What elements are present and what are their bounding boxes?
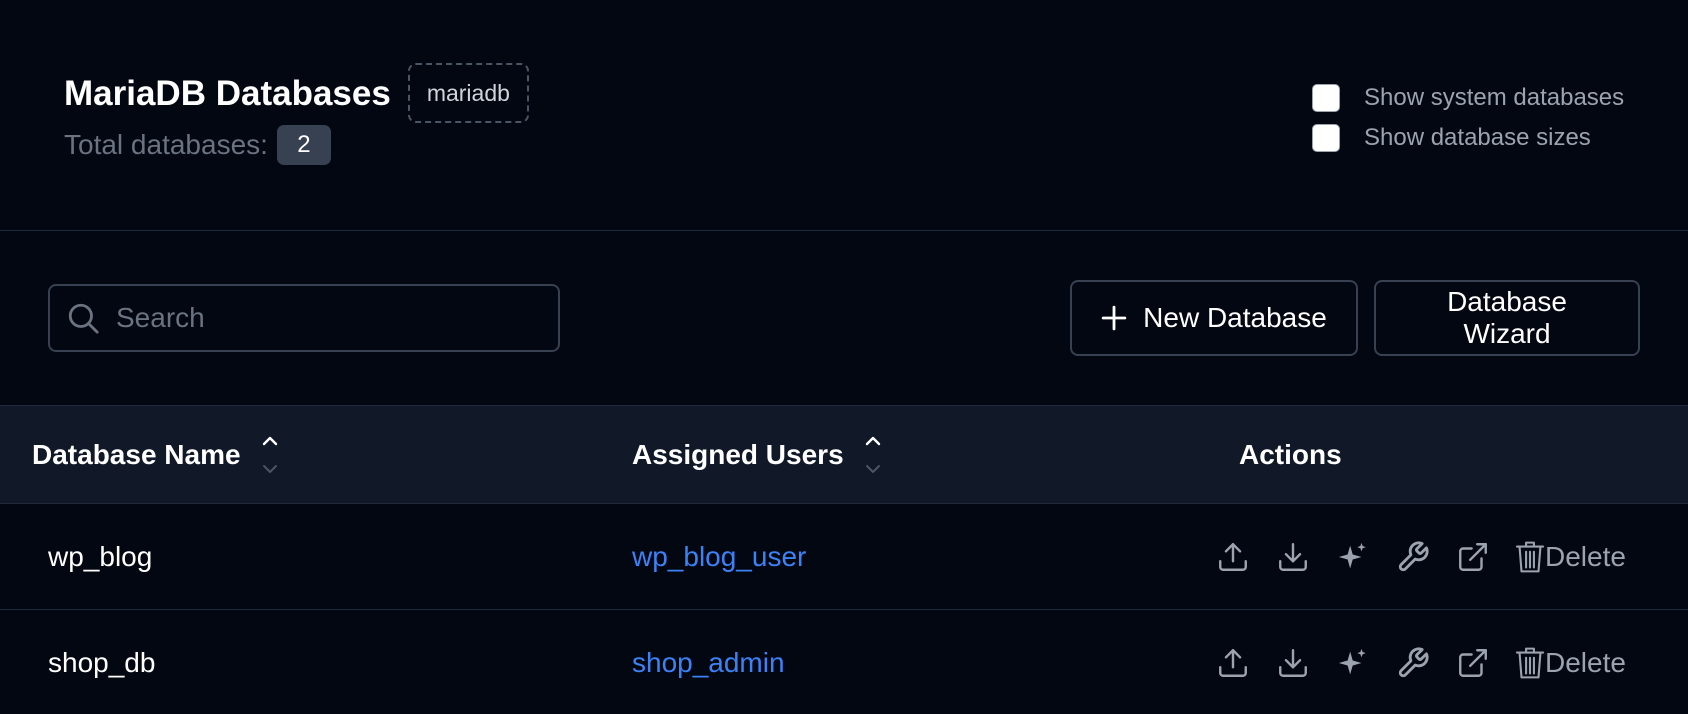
trash-icon bbox=[1515, 647, 1545, 679]
delete-label: Delete bbox=[1545, 647, 1626, 678]
title-row: MariaDB Databases mariadb bbox=[64, 63, 529, 123]
row-actions: Delete bbox=[1215, 504, 1626, 610]
sparkles-icon[interactable] bbox=[1335, 645, 1371, 681]
row-actions: Delete bbox=[1215, 610, 1626, 714]
show-system-option[interactable]: Show system databases bbox=[1312, 78, 1624, 118]
toolbar: New Database Database Wizard bbox=[0, 231, 1688, 406]
page-title: MariaDB Databases bbox=[64, 73, 391, 113]
database-name: shop_db bbox=[48, 647, 156, 678]
show-system-checkbox[interactable] bbox=[1312, 84, 1340, 112]
new-database-label: New Database bbox=[1143, 302, 1327, 333]
table-row: shop_db shop_admin Delete bbox=[0, 610, 1688, 714]
sort-icon[interactable] bbox=[864, 433, 882, 477]
total-databases: Total databases: 2 bbox=[64, 125, 331, 165]
show-sizes-checkbox[interactable] bbox=[1312, 124, 1340, 152]
sort-icon[interactable] bbox=[261, 433, 279, 477]
column-header-database-name[interactable]: Database Name bbox=[32, 406, 279, 504]
database-wizard-button[interactable]: Database Wizard bbox=[1374, 280, 1640, 356]
column-label-database-name: Database Name bbox=[32, 439, 241, 470]
delete-button[interactable]: Delete bbox=[1515, 646, 1626, 680]
show-system-label: Show system databases bbox=[1364, 84, 1625, 111]
column-label-assigned-users: Assigned Users bbox=[632, 439, 844, 470]
wrench-icon[interactable] bbox=[1395, 645, 1431, 681]
engine-badge: mariadb bbox=[407, 63, 529, 123]
wrench-icon[interactable] bbox=[1395, 539, 1431, 575]
column-header-actions: Actions bbox=[1239, 439, 1342, 470]
download-icon[interactable] bbox=[1275, 539, 1311, 575]
column-header-assigned-users[interactable]: Assigned Users bbox=[632, 406, 882, 504]
show-sizes-option[interactable]: Show database sizes bbox=[1312, 118, 1624, 158]
table-row: wp_blog wp_blog_user Delete bbox=[0, 504, 1688, 610]
page-header: MariaDB Databases mariadb Total database… bbox=[0, 0, 1688, 231]
delete-label: Delete bbox=[1545, 541, 1626, 572]
delete-button[interactable]: Delete bbox=[1515, 540, 1626, 574]
external-link-icon[interactable] bbox=[1455, 539, 1491, 575]
count-badge: 2 bbox=[276, 125, 331, 165]
sparkles-icon[interactable] bbox=[1335, 539, 1371, 575]
search-input[interactable] bbox=[114, 301, 534, 335]
assigned-user-link[interactable]: wp_blog_user bbox=[632, 504, 806, 610]
new-database-button[interactable]: New Database bbox=[1070, 280, 1358, 356]
search-box[interactable] bbox=[48, 284, 560, 352]
download-icon[interactable] bbox=[1275, 645, 1311, 681]
plus-icon bbox=[1101, 305, 1127, 331]
assigned-user-link[interactable]: shop_admin bbox=[632, 610, 785, 714]
upload-icon[interactable] bbox=[1215, 539, 1251, 575]
display-options: Show system databases Show database size… bbox=[1312, 78, 1624, 158]
show-sizes-label: Show database sizes bbox=[1364, 124, 1591, 151]
trash-icon bbox=[1515, 541, 1545, 573]
table-header: Database Name Assigned Users Actions bbox=[0, 406, 1688, 504]
total-label: Total databases: bbox=[64, 129, 268, 160]
external-link-icon[interactable] bbox=[1455, 645, 1491, 681]
upload-icon[interactable] bbox=[1215, 645, 1251, 681]
database-name: wp_blog bbox=[48, 541, 153, 572]
search-icon bbox=[68, 303, 99, 334]
